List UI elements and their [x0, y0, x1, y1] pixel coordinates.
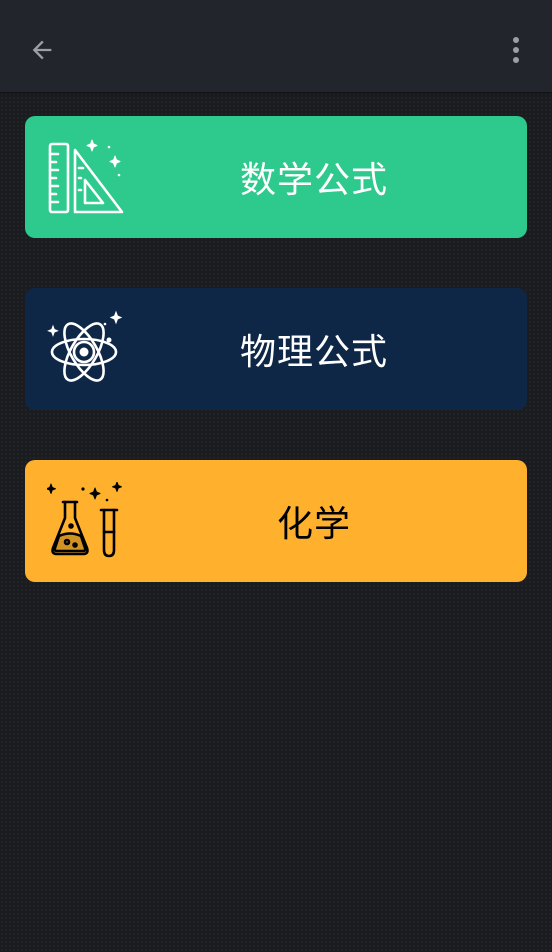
- more-options-button[interactable]: [494, 28, 538, 72]
- card-physics-formulas-label: 物理公式: [239, 332, 388, 373]
- card-chemistry-label: 化学: [276, 504, 351, 545]
- flask-test-tube-icon: [47, 482, 122, 558]
- back-button[interactable]: [20, 28, 64, 72]
- atom-icon: [47, 310, 123, 382]
- card-math-formulas[interactable]: 数学公式: [25, 116, 527, 238]
- ruler-triangle-icon: [48, 139, 124, 214]
- arrow-left-icon: [32, 40, 52, 60]
- card-physics-formulas[interactable]: 物理公式: [25, 288, 527, 410]
- card-math-formulas-label: 数学公式: [239, 160, 388, 201]
- category-list: 数学公式 物理公式 化学: [25, 116, 527, 632]
- card-chemistry[interactable]: 化学: [25, 460, 527, 582]
- app-bar: [0, 0, 552, 92]
- more-vertical-icon: [513, 37, 519, 63]
